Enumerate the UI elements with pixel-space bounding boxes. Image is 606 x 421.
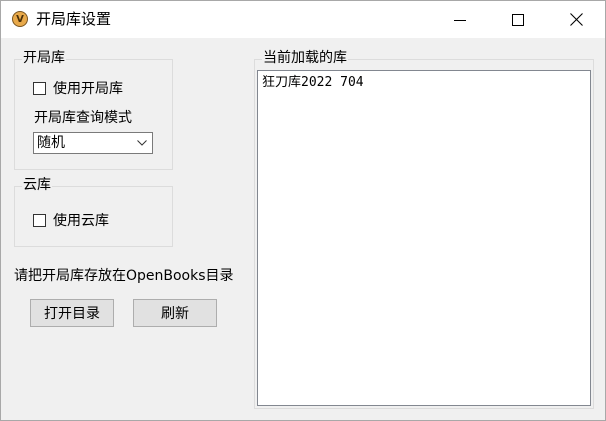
use-cloud-book-check-box[interactable] <box>33 213 46 227</box>
use-opening-book-check-box[interactable] <box>33 81 46 95</box>
loaded-books-list[interactable]: 狂刀库2022 704 <box>257 70 591 406</box>
maximize-icon <box>512 13 524 26</box>
close-icon <box>569 13 583 26</box>
minimize-button[interactable] <box>431 1 489 38</box>
use-opening-book-label: 使用开局库 <box>53 81 123 97</box>
app-icon: V <box>12 11 28 27</box>
window-title: 开局库设置 <box>36 10 112 28</box>
query-mode-value: 随机 <box>37 135 65 151</box>
opening-book-group-label: 开局库 <box>22 50 66 66</box>
maximize-button[interactable] <box>489 1 547 38</box>
openbooks-hint: 请把开局库存放在OpenBooks目录 <box>14 268 234 284</box>
minimize-icon <box>454 19 466 21</box>
use-cloud-book-checkbox[interactable]: 使用云库 <box>33 210 109 230</box>
title-bar[interactable]: V 开局库设置 <box>1 1 605 38</box>
refresh-button[interactable]: 刷新 <box>133 299 217 327</box>
settings-window: V 开局库设置 开局库 使用开局库 开局库查询模式 随机 云库 使用云库 请把开… <box>0 0 606 421</box>
use-opening-book-checkbox[interactable]: 使用开局库 <box>33 78 123 98</box>
query-mode-select[interactable]: 随机 <box>33 132 153 154</box>
loaded-books-label: 当前加载的库 <box>262 50 348 66</box>
chevron-down-icon <box>137 140 147 146</box>
query-mode-label: 开局库查询模式 <box>34 110 132 126</box>
open-directory-button[interactable]: 打开目录 <box>30 299 114 327</box>
close-button[interactable] <box>547 1 605 38</box>
list-item[interactable]: 狂刀库2022 704 <box>262 74 364 92</box>
use-cloud-book-label: 使用云库 <box>53 213 109 229</box>
cloud-book-group-label: 云库 <box>22 177 52 193</box>
